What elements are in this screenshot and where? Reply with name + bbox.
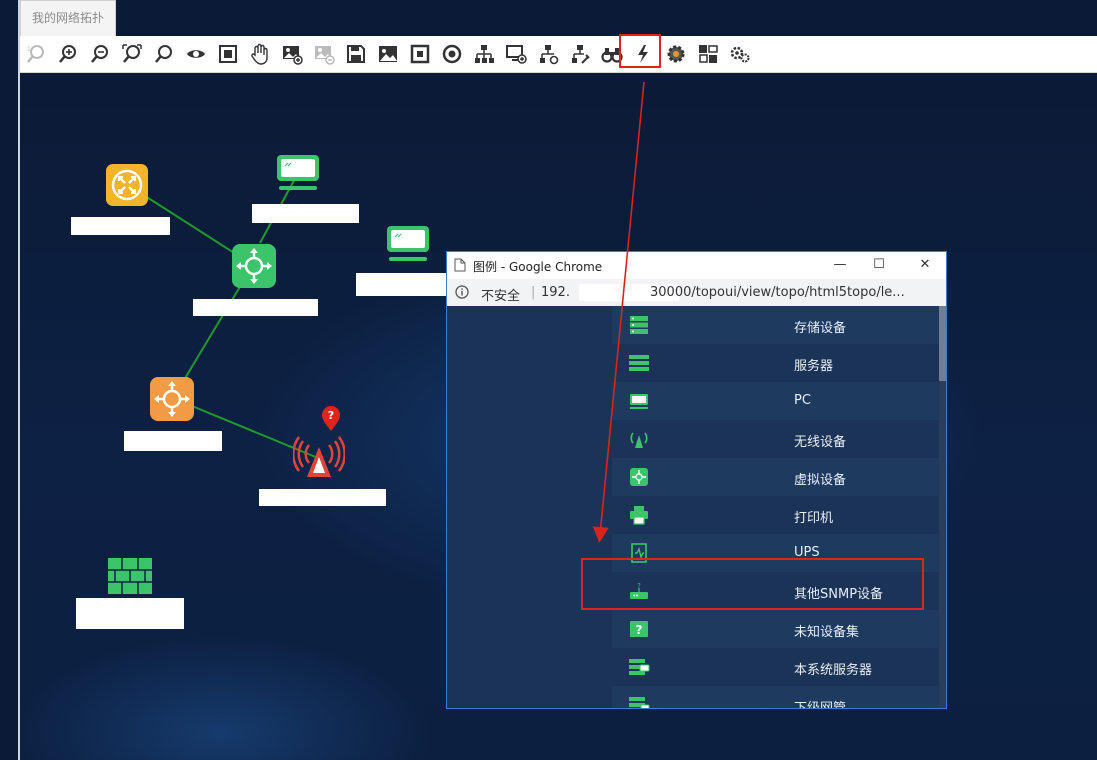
url-path: 30000/topoui/view/topo/html5topo/le...: [650, 285, 905, 300]
image-add-icon[interactable]: [280, 42, 304, 66]
legend-popup-window: 图例 - Google Chrome — ☐ ✕ 不安全 | 192. 3000…: [446, 251, 947, 709]
pc-icon: [387, 226, 429, 261]
router-node-yellow[interactable]: [106, 164, 148, 210]
storage-icon: [628, 315, 650, 335]
switch-node-orange[interactable]: [150, 377, 194, 425]
tab-bar: 我的网络拓扑: [20, 0, 1097, 36]
node-label-firewall: [76, 598, 184, 629]
switch-icon: [232, 244, 276, 288]
firewall-icon: [108, 558, 152, 594]
zoom-fit-icon[interactable]: [120, 42, 144, 66]
picture-icon[interactable]: [376, 42, 400, 66]
eye-icon[interactable]: [184, 42, 208, 66]
hierarchy-icon[interactable]: [472, 42, 496, 66]
legend-item-printer: 打印机: [612, 496, 939, 534]
fullscreen-icon[interactable]: [216, 42, 240, 66]
svg-text:?: ?: [328, 409, 334, 422]
tab-my-topology[interactable]: 我的网络拓扑: [20, 0, 116, 36]
pc-icon: [277, 155, 319, 190]
virtual-icon: [628, 467, 650, 487]
node-label-pc-1: [252, 204, 359, 223]
wireless-icon: [628, 429, 650, 449]
alert-marker[interactable]: ?: [320, 406, 342, 436]
svg-text:?: ?: [636, 623, 643, 637]
settings-icon[interactable]: [728, 42, 752, 66]
insecure-label: 不安全: [481, 289, 521, 304]
layout-icon[interactable]: [696, 42, 720, 66]
legend-list: 存储设备 服务器 PC 无线设备 虚拟设备 打印机 UPS ? 其他SNMP设备…: [612, 306, 939, 708]
sub-manager-icon: [628, 695, 650, 708]
popup-addressbar[interactable]: 不安全 | 192. 30000/topoui/view/topo/html5t…: [447, 279, 946, 307]
legend-item-local-server: 本系统服务器: [612, 648, 939, 686]
legend-item-sub-manager: 下级网管: [612, 686, 939, 708]
legend-label: 打印机: [794, 511, 834, 526]
wireless-node[interactable]: [292, 433, 346, 483]
search-icon[interactable]: [152, 42, 176, 66]
wireless-icon: [292, 436, 346, 477]
address-divider: |: [531, 285, 536, 300]
legend-label: 下级网管: [794, 697, 846, 708]
legend-item-virtual: 虚拟设备: [612, 458, 939, 496]
router-icon: [106, 164, 148, 206]
left-edge: [0, 0, 20, 760]
zoom-reset-icon[interactable]: 1: [24, 42, 48, 66]
target-icon[interactable]: [440, 42, 464, 66]
switch-node-green[interactable]: [232, 244, 276, 292]
pc-icon: [628, 391, 650, 411]
printer-icon: [628, 505, 650, 525]
zoom-in-icon[interactable]: [56, 42, 80, 66]
url-host: 192.: [541, 285, 570, 300]
minimize-button[interactable]: —: [828, 256, 852, 274]
popup-titlebar: 图例 - Google Chrome — ☐ ✕: [447, 252, 946, 279]
firewall-node[interactable]: [108, 558, 152, 598]
legend-label: 存储设备: [794, 321, 847, 336]
legend-label: 无线设备: [794, 435, 847, 450]
node-label-switch: [193, 299, 318, 316]
close-button[interactable]: ✕: [913, 256, 937, 274]
save-icon[interactable]: [344, 42, 368, 66]
document-icon: [454, 258, 466, 275]
legend-label: 本系统服务器: [794, 663, 873, 678]
popup-scroll-thumb[interactable]: [939, 306, 946, 381]
popup-content: 存储设备 服务器 PC 无线设备 虚拟设备 打印机 UPS ? 其他SNMP设备…: [447, 306, 946, 708]
info-icon: [455, 285, 469, 303]
hand-pan-icon[interactable]: [248, 42, 272, 66]
legend-label: PC: [794, 393, 811, 408]
question-alert-icon: ?: [322, 406, 340, 431]
legend-item-pc: PC: [612, 382, 939, 420]
node-label-wireless: [259, 489, 386, 506]
legend-item-storage: 存储设备: [612, 306, 939, 344]
toolbar: 1: [20, 34, 1097, 73]
pc-node-2[interactable]: [386, 225, 430, 267]
pc-node-1[interactable]: [276, 154, 320, 196]
snmp-highlight-box: [581, 558, 924, 610]
unknown-icon: ?: [628, 619, 650, 639]
gear-icon[interactable]: [664, 42, 688, 66]
svg-text:1: 1: [27, 46, 31, 53]
switch-icon: [150, 377, 194, 421]
legend-button-highlight: [619, 34, 661, 68]
maximize-button[interactable]: ☐: [867, 256, 891, 274]
popup-title: 图例 - Google Chrome: [473, 260, 603, 274]
frame-icon[interactable]: [408, 42, 432, 66]
node-label-orange-switch: [124, 431, 222, 451]
legend-label: 未知设备集: [794, 625, 860, 640]
legend-item-wireless: 无线设备: [612, 420, 939, 458]
local-server-icon: [628, 657, 650, 677]
zoom-out-icon[interactable]: [88, 42, 112, 66]
legend-label: 服务器: [794, 359, 834, 374]
legend-item-server: 服务器: [612, 344, 939, 382]
tools-icon[interactable]: [568, 42, 592, 66]
legend-item-unknown: ? 未知设备集: [612, 610, 939, 648]
monitor-add-icon[interactable]: [504, 42, 528, 66]
server-icon: [628, 353, 650, 373]
legend-label: 虚拟设备: [794, 473, 847, 488]
image-remove-icon[interactable]: [312, 42, 336, 66]
node-label-router: [71, 217, 170, 235]
network-icon[interactable]: [536, 42, 560, 66]
